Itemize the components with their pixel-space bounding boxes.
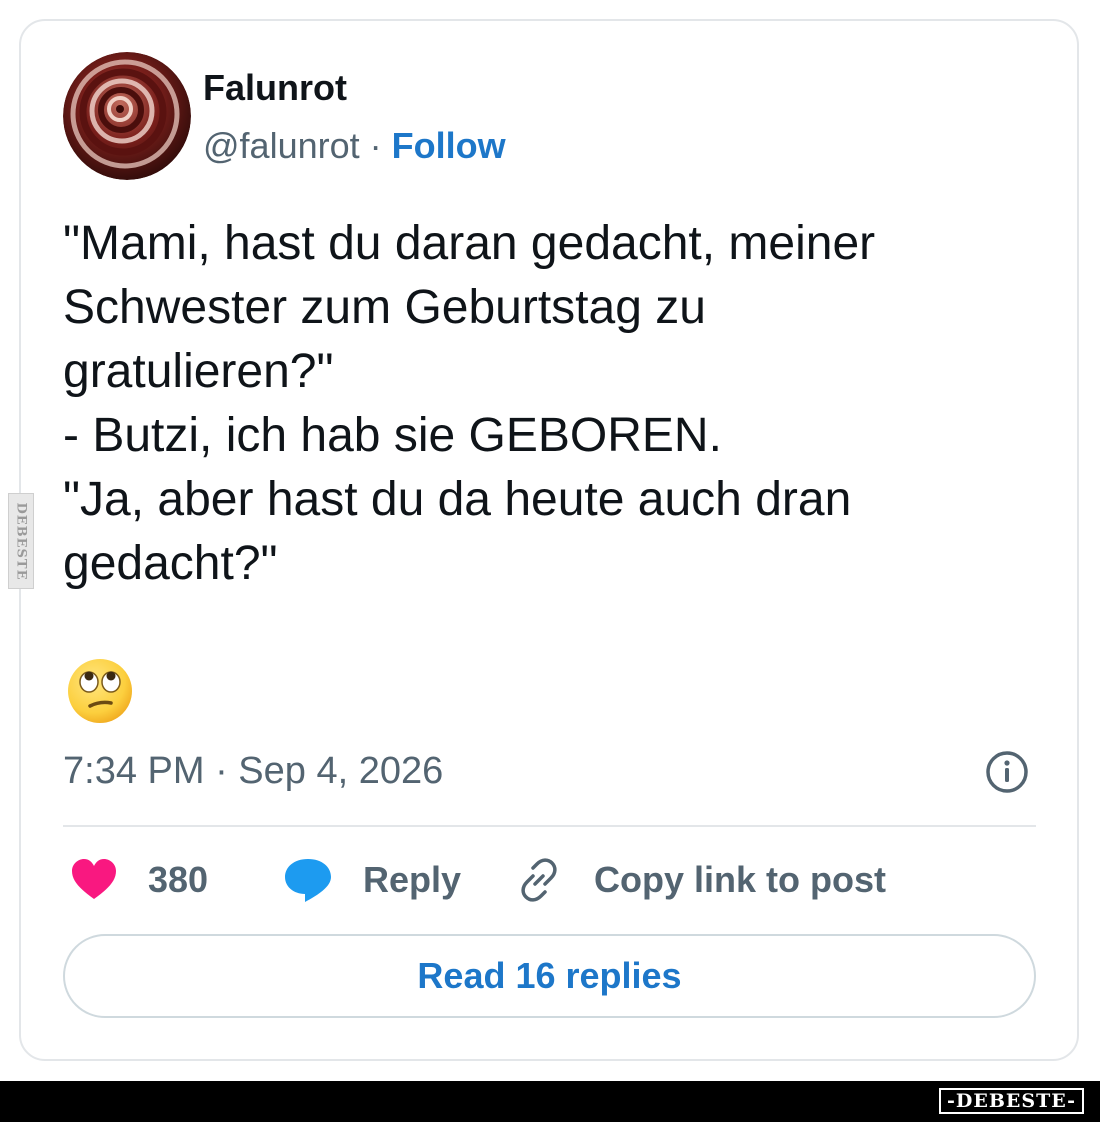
author-avatar[interactable] bbox=[63, 52, 191, 180]
side-watermark-text: DEBESTE bbox=[13, 501, 29, 581]
copy-link-button[interactable]: Copy link to post bbox=[514, 852, 886, 908]
speech-bubble-icon bbox=[285, 859, 331, 902]
handle-separator: · bbox=[359, 125, 392, 166]
follow-button[interactable]: Follow bbox=[392, 125, 506, 166]
reply-button[interactable]: Reply bbox=[283, 852, 461, 908]
link-icon bbox=[521, 858, 557, 902]
footer-watermark-logo: -DEBESTE- bbox=[939, 1088, 1084, 1114]
divider bbox=[63, 825, 1036, 827]
reply-label: Reply bbox=[363, 859, 462, 900]
info-icon[interactable] bbox=[984, 749, 1030, 795]
post-text: "Mami, hast du daran gedacht, meiner Sch… bbox=[63, 217, 876, 590]
page: Falunrot @falunrot · Follow "Mami, hast … bbox=[0, 0, 1100, 1122]
copy-link-label: Copy link to post bbox=[594, 859, 886, 900]
heart-icon bbox=[72, 859, 116, 899]
side-watermark: DEBESTE bbox=[8, 493, 34, 589]
like-count: 380 bbox=[148, 859, 209, 900]
author-display-name[interactable]: Falunrot bbox=[203, 66, 347, 110]
face-with-rolling-eyes-icon bbox=[67, 658, 133, 724]
read-replies-button[interactable]: Read 16 replies bbox=[63, 934, 1036, 1018]
post-timestamp[interactable]: 7:34 PM · Sep 4, 2026 bbox=[63, 748, 443, 794]
like-button[interactable]: 380 bbox=[70, 852, 208, 908]
footer-bar: -DEBESTE- bbox=[0, 1081, 1100, 1122]
author-handle-row: @falunrot · Follow bbox=[203, 124, 506, 168]
author-handle[interactable]: @falunrot bbox=[203, 125, 360, 166]
